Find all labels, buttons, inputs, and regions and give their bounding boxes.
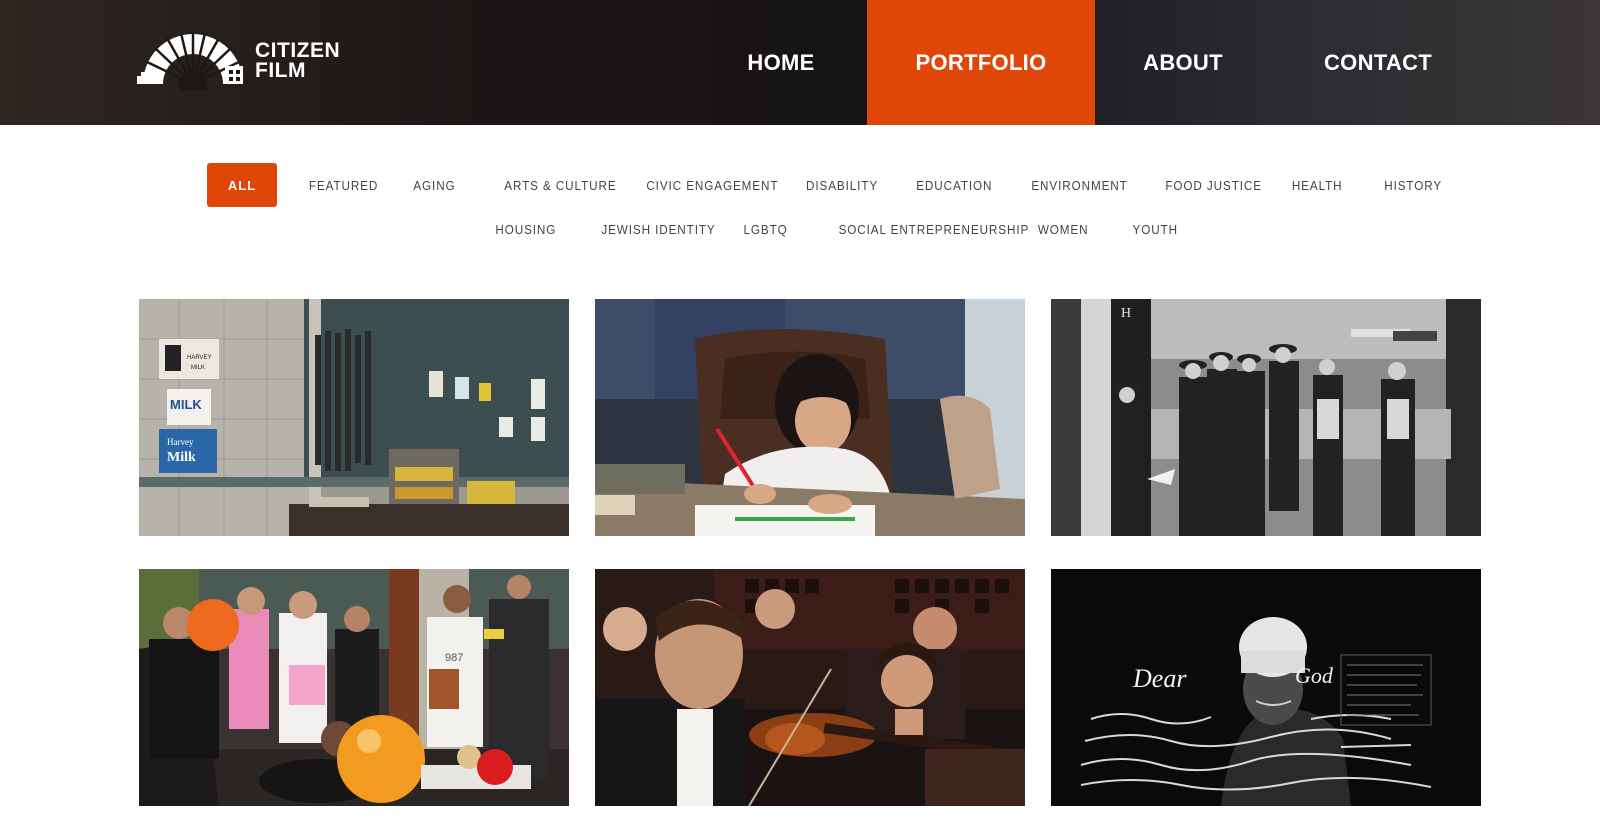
script-dear: Dear (1132, 664, 1187, 693)
filter-housing[interactable]: HOUSING (495, 222, 556, 237)
filter-women[interactable]: WOMEN (1038, 222, 1089, 237)
filter-arts-culture[interactable]: ARTS & CULTURE (504, 178, 616, 193)
filter-food-justice[interactable]: FOOD JUSTICE (1165, 178, 1262, 193)
girl-drawing-image (595, 299, 1025, 536)
harvey-milk-office-image: HARVEY MILK MILK Harvey Milk (139, 299, 569, 536)
site-header: CITIZEN FILM HOME PORTFOLIO ABOUT CONTAC… (0, 0, 1600, 125)
poster-milk-small: MILK (191, 365, 205, 371)
filter-lgbtq[interactable]: LGBTQ (743, 222, 787, 237)
filter-all[interactable]: ALL (207, 163, 277, 207)
storefront-sign: H (1121, 306, 1131, 321)
filter-social-entrepreneurship[interactable]: SOCIAL ENTREPRENEURSHIP (839, 222, 1030, 237)
portfolio-item-kids-balloons[interactable]: 987 (139, 569, 569, 806)
filter-disability[interactable]: DISABILITY (806, 178, 878, 193)
shirt-number: 987 (445, 652, 463, 664)
filter-youth[interactable]: YOUTH (1133, 222, 1178, 237)
portfolio-item-harvey-milk-office[interactable]: HARVEY MILK MILK Harvey Milk (139, 299, 569, 536)
main-nav: HOME PORTFOLIO ABOUT CONTACT (0, 0, 1600, 125)
filter-education[interactable]: EDUCATION (916, 178, 992, 193)
orchestra-violinist-image (595, 569, 1025, 806)
portfolio-item-dear-god-letter[interactable]: Dear God (1051, 569, 1481, 806)
nav-home[interactable]: HOME (718, 0, 844, 125)
poster-milk-2: Milk (167, 450, 196, 465)
nav-contact[interactable]: CONTACT (1300, 0, 1456, 125)
filter-history[interactable]: HISTORY (1384, 178, 1442, 193)
filter-featured[interactable]: FEATURED (309, 178, 378, 193)
portfolio-item-girl-drawing[interactable] (595, 299, 1025, 536)
filter-jewish-identity[interactable]: JEWISH IDENTITY (601, 222, 715, 237)
kids-balloons-image: 987 (139, 569, 569, 806)
nav-portfolio[interactable]: PORTFOLIO (867, 0, 1095, 125)
filter-civic-engagement[interactable]: CIVIC ENGAGEMENT (646, 178, 778, 193)
poster-milk: MILK (170, 397, 202, 412)
poster-harvey-small: HARVEY (187, 355, 212, 361)
filter-environment[interactable]: ENVIRONMENT (1031, 178, 1127, 193)
poster-harvey: Harvey (167, 437, 194, 447)
historic-men-photo-image: H (1051, 299, 1481, 536)
portfolio-item-historic-men-photo[interactable]: H (1051, 299, 1481, 536)
script-god: God (1295, 663, 1334, 688)
filter-aging[interactable]: AGING (413, 178, 455, 193)
filter-health[interactable]: HEALTH (1292, 178, 1343, 193)
nav-about[interactable]: ABOUT (1118, 0, 1248, 125)
portfolio-item-orchestra-violinist[interactable] (595, 569, 1025, 806)
dear-god-letter-image: Dear God (1051, 569, 1481, 806)
